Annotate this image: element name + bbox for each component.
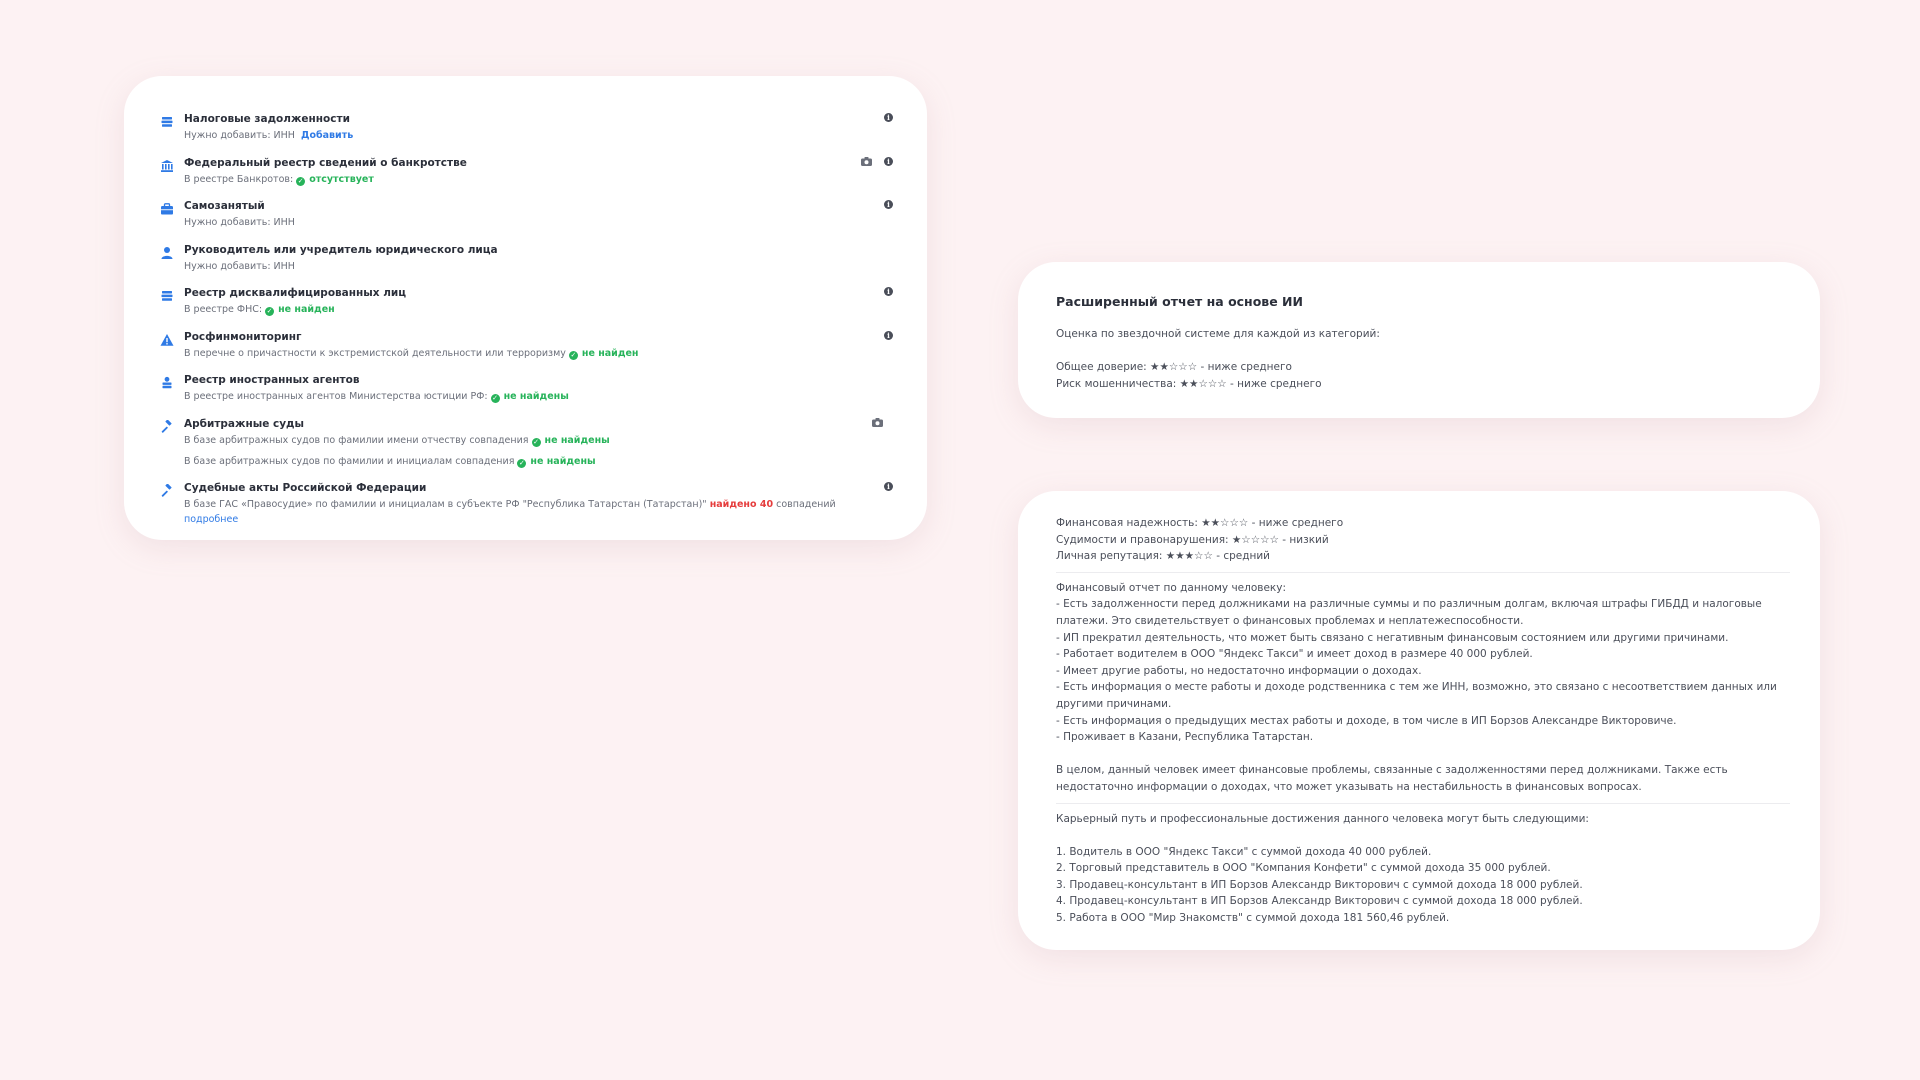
more-link[interactable]: подробнее — [184, 514, 238, 525]
check-circle-icon: ✓ — [296, 176, 306, 186]
ai-report-heading: Расширенный отчет на основе ИИ — [1056, 294, 1303, 309]
check-circle-icon: ✓ — [531, 437, 541, 447]
person-icon — [161, 246, 173, 259]
info-icon[interactable]: i — [884, 113, 893, 122]
stack-icon — [161, 291, 173, 301]
check-title: Арбитражные суды — [184, 417, 305, 430]
stack-icon — [161, 117, 173, 127]
check-title: Судебные акты Российской Федерации — [184, 481, 427, 494]
check-subtitle: Нужно добавить: ИНН — [184, 260, 295, 272]
check-title: Реестр дисквалифицированных лиц — [184, 287, 407, 299]
ai-report-card: Расширенный отчет на основе ИИ Оценка по… — [1018, 262, 1820, 418]
check-subtitle: В реестре Банкротов: ✓ отсутствует — [184, 173, 374, 186]
divider — [1056, 571, 1790, 573]
report-item: - ИП прекратил деятельность, что может б… — [1056, 631, 1729, 644]
info-icon[interactable]: i — [884, 481, 893, 491]
career-item: 3. Продавец-консультант в ИП Борзов Алек… — [1056, 878, 1583, 891]
ai-report-intro: Оценка по звездочной системе для каждой … — [1056, 328, 1380, 340]
status-ok: не найдены — [544, 434, 610, 446]
status-alert: найдено 40 — [709, 498, 774, 510]
report-item: - Работает водителем в ООО "Яндекс Такси… — [1056, 648, 1533, 661]
check-title: Федеральный реестр сведений о банкротств… — [184, 156, 467, 169]
check-row-self-employed: Самозанятый Нужно добавить: ИНН i — [160, 199, 893, 243]
check-subtitle-secondary: В базе арбитражных судов по фамилии и ин… — [184, 455, 596, 468]
check-title: Самозанятый — [184, 200, 265, 212]
career-item: 4. Продавец-консультант в ИП Борзов Алек… — [1056, 895, 1583, 908]
check-row-rosfinmonitoring: Росфинмониторинг В перечне о причастност… — [160, 330, 893, 374]
ai-report-details-card: Финансовая надежность: ★★☆☆☆ - ниже сред… — [1018, 491, 1820, 950]
registry-checks-card: Налоговые задолженности Нужно добавить: … — [124, 76, 927, 540]
check-subtitle: В базе ГАС «Правосудие» по фамилии и ини… — [184, 498, 836, 510]
rating-line: Личная репутация: ★★★☆☆ - средний — [1056, 550, 1270, 563]
report-item: - Есть задолженности перед должниками на… — [1056, 598, 1762, 627]
report-item: - Проживает в Казани, Республика Татарст… — [1056, 731, 1314, 744]
gavel-icon — [161, 483, 172, 497]
status-ok: не найден — [278, 304, 335, 315]
report-title: Финансовый отчет по данному человеку: — [1056, 581, 1287, 594]
check-subtitle: В перечне о причастности к экстремистско… — [184, 347, 639, 360]
career-title: Карьерный путь и профессиональные достиж… — [1056, 812, 1589, 825]
report-summary: В целом, данный человек имеет финансовые… — [1056, 764, 1728, 793]
check-circle-icon: ✓ — [490, 394, 500, 403]
info-icon[interactable]: i — [884, 156, 893, 166]
check-circle-icon: ✓ — [568, 350, 578, 360]
check-row-bankruptcy: Федеральный реестр сведений о банкротств… — [160, 156, 893, 200]
check-title: Руководитель или учредитель юридического… — [184, 243, 498, 256]
add-inn-link[interactable]: Добавить — [301, 130, 353, 141]
check-title: Налоговые задолженности — [184, 113, 350, 125]
status-ok: отсутствует — [309, 173, 374, 185]
status-ok: не найдены — [530, 455, 596, 467]
check-row-disqualified: Реестр дисквалифицированных лиц В реестр… — [160, 286, 893, 330]
bank-icon — [161, 159, 173, 172]
person-stack-icon — [162, 376, 172, 389]
report-item: - Имеет другие работы, но недостаточно и… — [1056, 664, 1422, 677]
check-subtitle: В реестре ФНС: ✓ не найден — [184, 304, 335, 316]
check-circle-icon: ✓ — [517, 458, 527, 468]
check-row-tax-debts: Налоговые задолженности Нужно добавить: … — [160, 112, 893, 156]
check-subtitle: Нужно добавить: ИНН Добавить — [184, 130, 354, 141]
check-title: Реестр иностранных агентов — [184, 374, 360, 386]
career-item: 2. Торговый представитель в ООО "Компани… — [1056, 862, 1551, 875]
info-icon[interactable]: i — [884, 287, 893, 296]
check-circle-icon: ✓ — [265, 307, 275, 316]
report-item: - Есть информация о месте работы и доход… — [1056, 681, 1777, 710]
info-icon[interactable]: i — [884, 200, 893, 209]
briefcase-icon — [161, 203, 173, 215]
check-row-arbitration: Арбитражные суды В базе арбитражных судо… — [160, 417, 893, 481]
check-subtitle: Нужно добавить: ИНН — [184, 217, 295, 228]
divider — [1056, 802, 1790, 804]
camera-icon[interactable] — [872, 417, 883, 427]
check-subtitle: В базе арбитражных судов по фамилии имен… — [184, 434, 610, 447]
warning-icon — [160, 333, 174, 346]
rating-line: Общее доверие: ★★☆☆☆ - ниже среднего — [1056, 361, 1292, 374]
career-item: 5. Работа в ООО "Мир Знакомств" с суммой… — [1056, 912, 1450, 925]
camera-icon[interactable] — [861, 156, 872, 166]
rating-line: Финансовая надежность: ★★☆☆☆ - ниже сред… — [1056, 517, 1344, 529]
check-row-foreign-agents: Реестр иностранных агентов В реестре ино… — [160, 373, 893, 417]
gavel-icon — [161, 419, 172, 433]
info-icon[interactable]: i — [884, 330, 893, 340]
rating-line: Риск мошенничества: ★★☆☆☆ - ниже среднег… — [1056, 377, 1322, 390]
check-row-company-head: Руководитель или учредитель юридического… — [160, 243, 893, 287]
check-title: Росфинмониторинг — [184, 330, 302, 343]
status-ok: не найдены — [503, 391, 569, 402]
report-item: - Есть информация о предыдущих местах ра… — [1056, 714, 1677, 727]
check-subtitle: В реестре иностранных агентов Министерст… — [184, 391, 569, 403]
rating-line: Судимости и правонарушения: ★☆☆☆☆ - низк… — [1056, 533, 1329, 546]
status-ok: не найден — [581, 347, 639, 359]
career-item: 1. Водитель в ООО "Яндекс Такси" с суммо… — [1056, 845, 1432, 858]
check-row-court-acts: Судебные акты Российской Федерации В баз… — [160, 481, 893, 525]
